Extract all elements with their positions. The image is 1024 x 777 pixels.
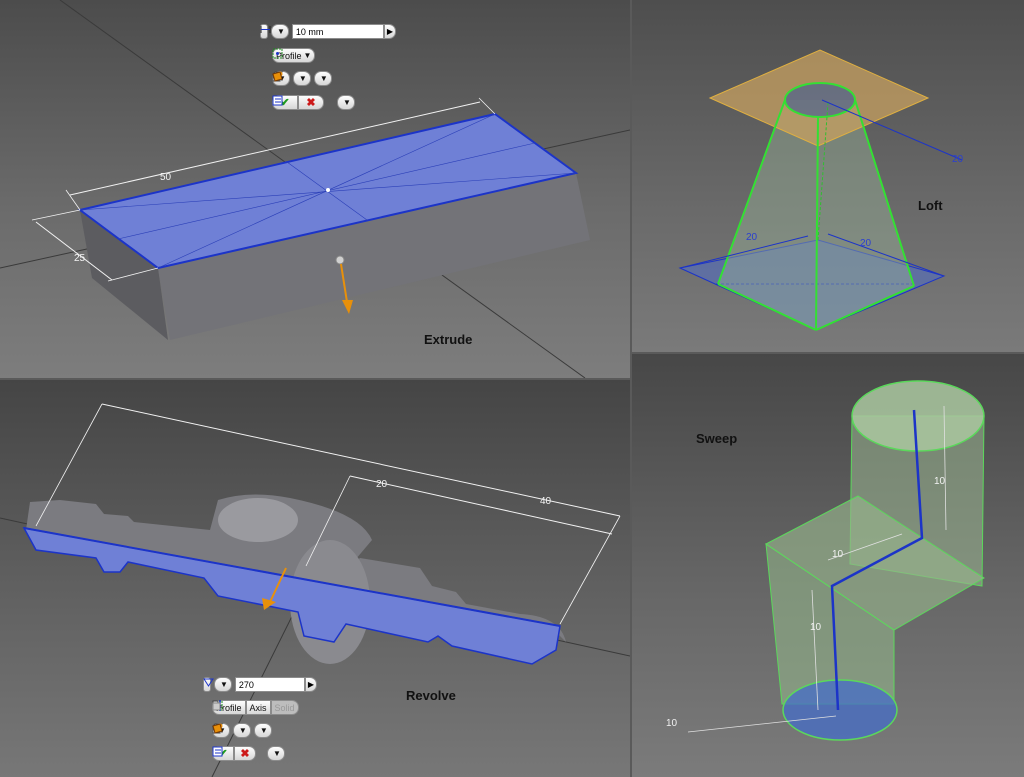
extrude-minitoolbar-row-2: Profile ▼ (272, 48, 316, 63)
chevron-down-icon: ▼ (277, 27, 285, 36)
distance-input[interactable]: 10 mm (291, 24, 384, 39)
operation-button[interactable]: ▼ (212, 723, 251, 738)
sweep-top-cap (851, 380, 985, 452)
chevron-down-icon: ▼ (259, 726, 268, 735)
revolve-scene: 40 20 (0, 403, 630, 777)
cancel-button[interactable]: ✖ (234, 746, 256, 761)
chevron-down-icon: ▼ (319, 74, 328, 83)
face-icon (272, 71, 283, 82)
angle-type-button[interactable]: ▼ (203, 677, 232, 692)
cancel-icon: ✖ (240, 748, 250, 760)
revolve-minitoolbar-row-3: ▼ ▼ ▼ (212, 723, 272, 738)
extrude-viewport[interactable]: 50 25 Extrude ▼ 10 mm ▶ Profile ▼ ▼ ▼ ✔ … (0, 0, 630, 378)
revolve-caption: Revolve (406, 688, 456, 703)
distance-type-button[interactable]: ▼ (260, 24, 289, 39)
cancel-button[interactable]: ✖ (298, 95, 324, 110)
chevron-down-icon: ▼ (238, 726, 247, 735)
extrude-minitoolbar-row-4: ✔ ✖ ▼ (272, 95, 355, 110)
loft-scene: 20 20 20 (678, 49, 964, 331)
axis-button[interactable]: Axis (212, 700, 271, 715)
loft-viewport[interactable]: 20 20 20 Loft (632, 0, 1024, 352)
options-button[interactable]: ▼ (212, 746, 285, 761)
face-button[interactable]: ▼ (272, 71, 332, 86)
sweep-caption: Sweep (696, 431, 738, 446)
direction-icon (203, 678, 214, 687)
dimension-25-label[interactable]: 25 (74, 253, 86, 264)
face-button[interactable]: ▼ (212, 723, 272, 738)
options-icon (212, 746, 223, 757)
sweep-dimension-middle[interactable]: 10 (832, 549, 844, 560)
solid-button-label: Solid (274, 702, 295, 713)
chevron-down-icon: ▼ (220, 680, 228, 689)
revolve-minitoolbar-row-2: Profile Axis Solid (212, 700, 299, 715)
loft-top-profile[interactable] (784, 82, 856, 118)
revolve-dim-extension-40b (559, 515, 621, 625)
revolve-dimension-20[interactable]: 20 (376, 479, 388, 490)
operation-button[interactable]: ▼ (272, 71, 311, 86)
solid-button[interactable]: Solid (212, 700, 299, 715)
sweep-dimension-diameter[interactable]: 10 (666, 718, 678, 729)
chevron-down-icon: ▼ (273, 749, 281, 758)
sweep-dimension-top[interactable]: 10 (934, 476, 946, 487)
loft-dimension-side-b[interactable]: 20 (860, 238, 872, 249)
sweep-scene: 10 10 10 10 (666, 380, 985, 741)
play-icon[interactable]: ▶ (304, 677, 317, 692)
revolve-minitoolbar-row-1: ▼ 270 ▶ (203, 677, 317, 692)
dim-extension-50b (478, 97, 496, 115)
profile-button[interactable]: Profile ▼ (272, 48, 316, 63)
chevron-down-icon: ▼ (343, 98, 351, 107)
revolve-dimension-40[interactable]: 40 (540, 496, 552, 507)
axis-button-label: Axis (249, 702, 267, 713)
sweep-viewport[interactable]: 10 10 10 10 Sweep (632, 354, 1024, 777)
dimension-icon (260, 26, 271, 33)
revolve-collar-top (218, 498, 298, 542)
loft-caption: Loft (918, 198, 943, 213)
cancel-icon: ✖ (306, 97, 316, 109)
chevron-down-icon: ▼ (298, 74, 307, 83)
sweep-profile[interactable] (782, 679, 898, 741)
solid-icon (212, 702, 221, 711)
options-icon (272, 95, 283, 106)
revolve-viewport[interactable]: 40 20 Revolve ▼ 270 ▶ Profile Axis Solid… (0, 380, 630, 777)
sweep-dimension-bottom[interactable]: 10 (810, 622, 822, 633)
angle-input[interactable]: 270 (234, 677, 305, 692)
extrude-direction-arrow-icon[interactable] (342, 300, 353, 314)
dimension-50-label[interactable]: 50 (160, 172, 172, 183)
dim-extension-25a (31, 209, 81, 221)
extrude-caption: Extrude (424, 332, 473, 347)
extrude-minitoolbar-row-3: ▼ ▼ ▼ (272, 71, 332, 86)
chevron-down-icon: ▼ (303, 51, 312, 60)
loft-dimension-offset[interactable]: 20 (952, 154, 964, 165)
profile-center-point (326, 188, 330, 192)
play-icon[interactable]: ▶ (383, 24, 396, 39)
options-button[interactable]: ▼ (272, 95, 355, 110)
profile-icon (272, 48, 283, 59)
revolve-minitoolbar-row-4: ✔ ✖ ▼ (212, 746, 285, 761)
extrude-drag-handle[interactable] (335, 255, 345, 265)
face-icon (212, 723, 223, 734)
revolve-dim-line-20 (349, 475, 613, 535)
extrude-minitoolbar-row-1: ▼ 10 mm ▶ (260, 24, 396, 39)
loft-dimension-side-a[interactable]: 20 (746, 232, 758, 243)
